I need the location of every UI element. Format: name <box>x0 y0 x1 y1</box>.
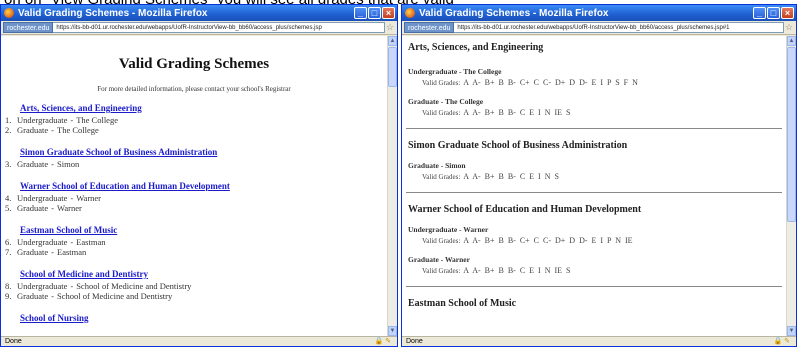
section-link[interactable]: School of Nursing <box>20 313 387 323</box>
valid-grades-row: Valid Grades: A A- B+ B B- C E I N IE S <box>422 108 571 117</box>
section-link[interactable]: Simon Graduate School of Business Admini… <box>20 147 387 157</box>
vertical-scrollbar[interactable]: ▲ ▼ <box>387 36 397 336</box>
close-button[interactable]: × <box>382 7 395 19</box>
section-medicine: School of Medicine and Dentistry 8. Under… <box>1 269 387 301</box>
browser-window-left: Valid Grading Schemes - Mozilla Firefox … <box>0 4 398 347</box>
level-label: Undergraduate - The College <box>408 67 502 76</box>
section-link[interactable]: Eastman School of Music <box>20 225 387 235</box>
scroll-up-arrow-icon[interactable]: ▲ <box>388 36 397 46</box>
valid-grades-row: Valid Grades: A A- B+ B B- C+ C C- D+ D D… <box>422 78 638 87</box>
page-content: Arts, Sciences, and Engineering Undergra… <box>402 36 786 336</box>
list-item[interactable]: 5. Graduate - Warner <box>5 203 387 213</box>
scrollbar-thumb[interactable] <box>787 47 796 222</box>
status-bar: Done 🔒 ✎ <box>402 336 796 346</box>
section-title: Arts, Sciences, and Engineering <box>408 42 544 53</box>
page-content: Valid Grading Schemes For more detailed … <box>1 36 387 336</box>
address-bar: rochester.edu https://its-bb-d01.ur.roch… <box>402 21 796 35</box>
section-link[interactable]: School of Medicine and Dentistry <box>20 269 387 279</box>
maximize-button[interactable]: □ <box>767 7 780 19</box>
level-label: Graduate - The College <box>408 97 484 106</box>
vertical-scrollbar[interactable]: ▲ ▼ <box>786 36 796 336</box>
section-nursing: School of Nursing <box>1 313 387 323</box>
page-subtitle: For more detailed information, please co… <box>97 85 291 93</box>
status-text: Done <box>406 338 423 345</box>
level-label: Graduate - Warner <box>408 255 470 264</box>
bookmark-star-icon[interactable]: ☆ <box>385 22 395 33</box>
site-identity-button[interactable]: rochester.edu <box>3 22 54 33</box>
security-lock-icon[interactable]: 🔒 ✎ <box>374 337 391 346</box>
close-button[interactable]: × <box>781 7 794 19</box>
valid-grades-row: Valid Grades: A A- B+ B B- C E I N IE S <box>422 266 571 275</box>
level-label: Undergraduate - Warner <box>408 225 489 234</box>
section-divider <box>406 192 782 193</box>
section-title: Eastman School of Music <box>408 298 517 309</box>
valid-grades-row: Valid Grades: A A- B+ B B- C E I N S <box>422 172 559 181</box>
section-title: Simon Graduate School of Business Admini… <box>408 140 628 151</box>
browser-window-right: Valid Grading Schemes - Mozilla Firefox … <box>401 4 797 347</box>
scrollbar-thumb[interactable] <box>388 47 397 87</box>
site-identity-button[interactable]: rochester.edu <box>404 22 455 33</box>
bookmark-star-icon[interactable]: ☆ <box>784 22 794 33</box>
list-item[interactable]: 7. Graduate - Eastman <box>5 247 387 257</box>
list-item[interactable]: 1. Undergraduate - The College <box>5 115 387 125</box>
valid-grades-row: Valid Grades: A A- B+ B B- C+ C C- D+ D D… <box>422 236 633 245</box>
scroll-up-arrow-icon[interactable]: ▲ <box>787 36 796 46</box>
page-title: Valid Grading Schemes <box>118 56 270 72</box>
firefox-icon <box>4 8 14 18</box>
section-link[interactable]: Warner School of Education and Human Dev… <box>20 181 387 191</box>
scroll-down-arrow-icon[interactable]: ▼ <box>388 326 397 336</box>
status-text: Done <box>5 338 22 345</box>
url-input[interactable]: https://its-bb-d01.ur.rochester.edu/weba… <box>454 22 784 33</box>
section-divider <box>406 286 782 287</box>
section-warner: Warner School of Education and Human Dev… <box>1 181 387 213</box>
list-item[interactable]: 6. Undergraduate - Eastman <box>5 237 387 247</box>
section-arts-sciences: Arts, Sciences, and Engineering 1. Underg… <box>1 103 387 135</box>
level-label: Graduate - Simon <box>408 161 466 170</box>
firefox-icon <box>405 8 415 18</box>
security-lock-icon[interactable]: 🔒 ✎ <box>773 337 790 346</box>
list-item[interactable]: 3. Graduate - Simon <box>5 159 387 169</box>
list-item[interactable]: 8. Undergraduate - School of Medicine and D… <box>5 281 387 291</box>
address-bar: rochester.edu https://its-bb-d01.ur.roch… <box>1 21 397 35</box>
title-bar[interactable]: Valid Grading Schemes - Mozilla Firefox … <box>402 5 796 21</box>
minimize-button[interactable]: _ <box>354 7 367 19</box>
list-item[interactable]: 9. Graduate - School of Medicine and Dentis… <box>5 291 387 301</box>
minimize-button[interactable]: _ <box>753 7 766 19</box>
maximize-button[interactable]: □ <box>368 7 381 19</box>
section-simon: Simon Graduate School of Business Admini… <box>1 147 387 169</box>
section-eastman: Eastman School of Music 6. Undergraduate -… <box>1 225 387 257</box>
list-item[interactable]: 2. Graduate - The College <box>5 125 387 135</box>
section-divider <box>406 128 782 129</box>
window-title: Valid Grading Schemes - Mozilla Firefox <box>419 7 609 19</box>
title-bar[interactable]: Valid Grading Schemes - Mozilla Firefox … <box>1 5 397 21</box>
section-title: Warner School of Education and Human Dev… <box>408 204 642 215</box>
window-title: Valid Grading Schemes - Mozilla Firefox <box>18 7 208 19</box>
list-item[interactable]: 4. Undergraduate - Warner <box>5 193 387 203</box>
section-link[interactable]: Arts, Sciences, and Engineering <box>20 103 387 113</box>
url-input[interactable]: https://its-bb-d01.ur.rochester.edu/weba… <box>53 22 385 33</box>
scroll-down-arrow-icon[interactable]: ▼ <box>787 326 796 336</box>
status-bar: Done 🔒 ✎ <box>1 336 397 346</box>
